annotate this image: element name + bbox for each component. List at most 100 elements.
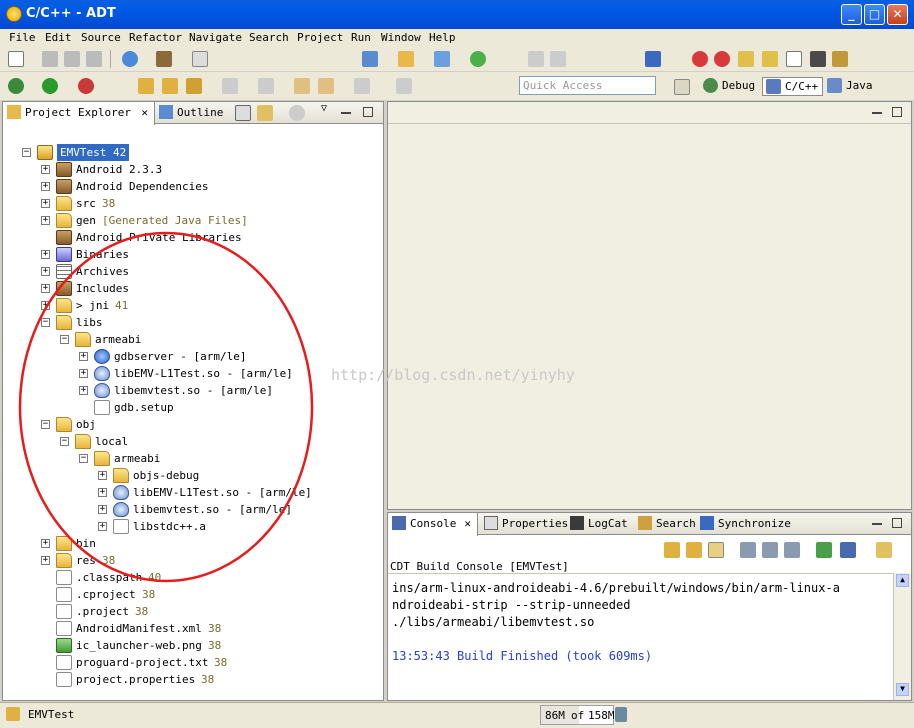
export-icon[interactable] — [832, 51, 848, 67]
tree-item[interactable]: + libemvtest.so - [arm/le] — [3, 382, 373, 399]
tree-item[interactable]: − libs — [3, 314, 373, 331]
close-tab-icon[interactable]: ✕ — [141, 106, 148, 119]
close-console-tab-icon[interactable]: ✕ — [464, 517, 471, 530]
tree-item[interactable]: + Android 2.3.3 — [3, 161, 373, 178]
tree-item[interactable]: + res 38 — [3, 552, 373, 569]
tab-console[interactable]: Console ✕ — [388, 513, 478, 536]
expand-icon[interactable]: + — [41, 216, 50, 225]
expand-icon[interactable]: + — [79, 386, 88, 395]
expand-icon[interactable]: + — [41, 182, 50, 191]
console-maximize-icon[interactable] — [892, 518, 902, 528]
tree-item[interactable]: + gen [Generated Java Files] — [3, 212, 373, 229]
copy-build-log-icon[interactable] — [740, 542, 756, 558]
view-menu-icon[interactable]: ▽ — [321, 103, 327, 114]
pin-editor-icon[interactable] — [396, 78, 412, 94]
expand-icon[interactable]: + — [98, 505, 107, 514]
tree-item[interactable]: + libemvtest.so - [arm/le] — [3, 501, 373, 518]
open-perspective-icon[interactable] — [674, 79, 690, 95]
pin-console-icon[interactable] — [816, 542, 832, 558]
tree-item[interactable]: − EMVTest 42 — [3, 144, 373, 161]
open-console-icon[interactable] — [876, 542, 892, 558]
expand-icon[interactable]: + — [41, 199, 50, 208]
tab-search[interactable]: Search — [634, 513, 702, 535]
collapse-icon[interactable]: − — [60, 335, 69, 344]
tree-item[interactable]: + libEMV-L1Test.so - [arm/le] — [3, 365, 373, 382]
expand-icon[interactable]: + — [41, 301, 50, 310]
search-wand-icon[interactable] — [186, 78, 202, 94]
new-class-icon[interactable] — [434, 51, 450, 67]
expand-icon[interactable]: + — [98, 522, 107, 531]
menu-file[interactable]: File — [9, 31, 36, 44]
link-with-editor-icon[interactable] — [257, 105, 273, 121]
menu-navigate[interactable]: Navigate — [189, 31, 242, 44]
save-log-icon[interactable] — [762, 542, 778, 558]
new-folder-icon[interactable] — [398, 51, 414, 67]
menu-run[interactable]: Run — [351, 31, 371, 44]
tree-item[interactable]: + libEMV-L1Test.so - [arm/le] — [3, 484, 373, 501]
tree-item[interactable]: project.properties 38 — [3, 671, 373, 688]
scroll-up-button[interactable]: ▲ — [896, 574, 909, 587]
expand-icon[interactable]: + — [41, 267, 50, 276]
tree-item[interactable]: − armeabi — [3, 450, 373, 467]
editor-maximize-icon[interactable] — [892, 107, 902, 117]
android-sdk-manager-icon[interactable] — [692, 51, 708, 67]
display-console-icon[interactable] — [840, 542, 856, 558]
tree-item[interactable]: .project 38 — [3, 603, 373, 620]
tree-item[interactable]: − local — [3, 433, 373, 450]
expand-icon[interactable]: + — [41, 165, 50, 174]
expand-icon[interactable]: + — [41, 539, 50, 548]
forward-arrow-icon[interactable] — [354, 78, 370, 94]
menu-refactor[interactable]: Refactor — [129, 31, 182, 44]
new-cpp-project-icon[interactable] — [362, 51, 378, 67]
next-annotation-icon[interactable] — [222, 78, 238, 94]
editor-minimize-icon[interactable] — [872, 110, 882, 114]
run-external-tools-icon[interactable] — [78, 78, 94, 94]
scroll-lock-icon[interactable] — [708, 542, 724, 558]
menu-help[interactable]: Help — [429, 31, 456, 44]
back-arrow-icon[interactable] — [318, 78, 334, 94]
collapse-icon[interactable]: − — [41, 420, 50, 429]
expand-icon[interactable]: + — [79, 369, 88, 378]
collapse-icon[interactable]: − — [41, 318, 50, 327]
expand-icon[interactable]: + — [98, 471, 107, 480]
collapse-icon[interactable]: − — [79, 454, 88, 463]
tab-properties[interactable]: Properties — [480, 513, 574, 535]
new-cpp-class-icon[interactable] — [470, 51, 486, 67]
tree-item[interactable]: + objs-debug — [3, 467, 373, 484]
save-all-icon[interactable] — [64, 51, 80, 67]
filters-icon[interactable] — [289, 105, 305, 121]
tree-item[interactable]: Android Private Libraries — [3, 229, 373, 246]
perspective-java[interactable]: Java — [824, 77, 877, 96]
save-icon[interactable] — [42, 51, 58, 67]
ndk-build-icon[interactable] — [810, 51, 826, 67]
open-resource-icon[interactable] — [162, 78, 178, 94]
expand-icon[interactable]: + — [41, 556, 50, 565]
expand-icon[interactable]: + — [98, 488, 107, 497]
tab-outline[interactable]: Outline — [155, 102, 225, 124]
minimize-button[interactable]: _ — [841, 4, 862, 25]
tree-item[interactable]: + Binaries — [3, 246, 373, 263]
tree-item[interactable]: ic_launcher-web.png 38 — [3, 637, 373, 654]
tree-item[interactable]: + bin — [3, 535, 373, 552]
open-type-icon[interactable] — [138, 78, 154, 94]
tree-item[interactable]: gdb.setup — [3, 399, 373, 416]
console-vertical-scrollbar[interactable]: ▲ ▼ — [893, 573, 911, 700]
tree-item[interactable]: + Includes — [3, 280, 373, 297]
heap-status[interactable]: 86M of 158M — [540, 705, 615, 725]
menu-source[interactable]: Source — [81, 31, 121, 44]
tree-item[interactable]: + Android Dependencies — [3, 178, 373, 195]
tree-item[interactable]: − armeabi — [3, 331, 373, 348]
toggle-mark-icon[interactable] — [528, 51, 544, 67]
menu-window[interactable]: Window — [381, 31, 421, 44]
tree-item[interactable]: + gdbserver - [arm/le] — [3, 348, 373, 365]
collapse-icon[interactable]: − — [22, 148, 31, 157]
expand-icon[interactable]: + — [79, 352, 88, 361]
menu-project[interactable]: Project — [297, 31, 343, 44]
minimize-view-icon[interactable] — [341, 110, 351, 114]
globe-icon[interactable] — [122, 51, 138, 67]
binary-icon[interactable] — [192, 51, 208, 67]
hammer-icon[interactable] — [156, 51, 172, 67]
collapse-icon[interactable]: − — [60, 437, 69, 446]
tab-logcat[interactable]: LogCat — [566, 513, 634, 535]
collapse-all-icon[interactable] — [235, 105, 251, 121]
